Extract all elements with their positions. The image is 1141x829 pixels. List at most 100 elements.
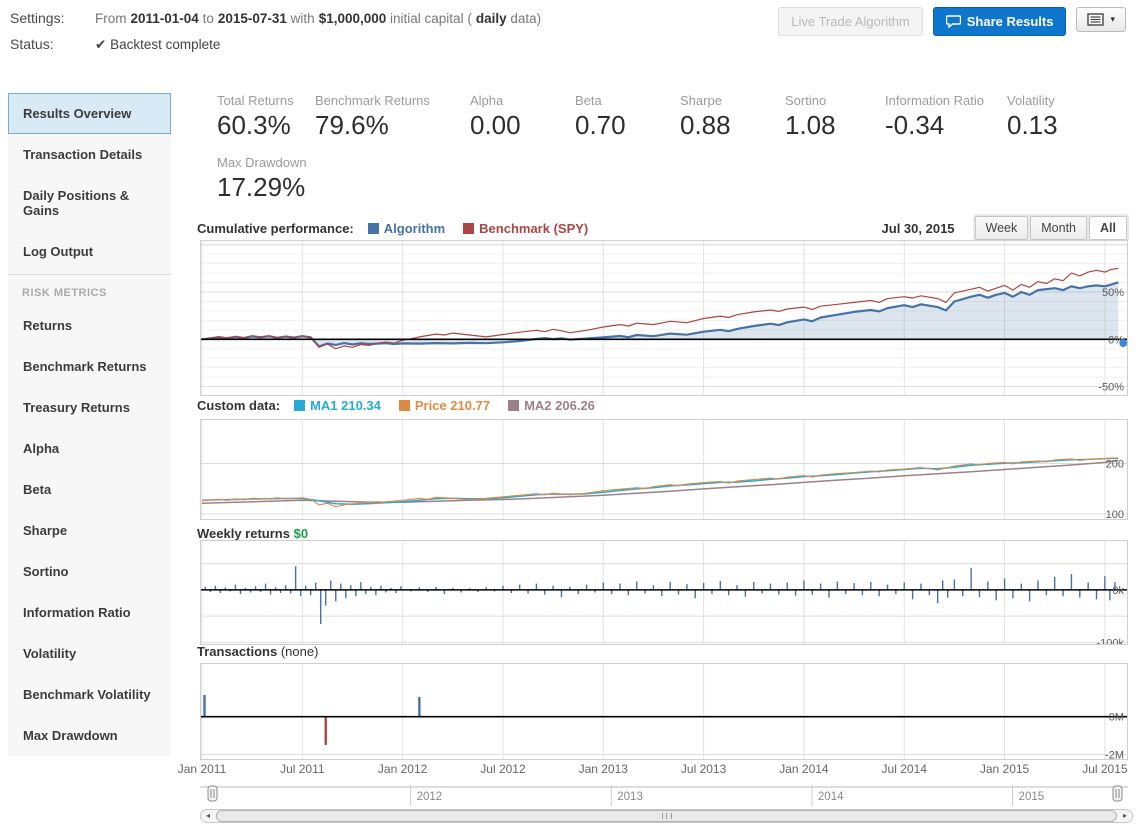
sidebar: Results Overview Transaction Details Dai… (8, 93, 171, 756)
algorithm-swatch-icon (368, 223, 379, 234)
x-axis-tick-label: Jan 2013 (579, 762, 628, 776)
legend-ma2[interactable]: MA2 206.26 (508, 398, 595, 413)
stat-label: Information Ratio (885, 93, 1007, 108)
stat-max-drawdown: Max Drawdown17.29% (217, 155, 1097, 203)
weekly-returns-title: Weekly returns (197, 526, 290, 541)
stat-label: Beta (575, 93, 680, 108)
export-menu-button[interactable]: ▾ (1076, 7, 1126, 32)
navigator-year-label: 2012 (417, 791, 443, 803)
x-axis-tick-label: Jul 2015 (1082, 762, 1127, 776)
x-axis-labels: Jan 2011Jul 2011Jan 2012Jul 2012Jan 2013… (200, 762, 1128, 778)
weekly-returns-header: Weekly returns $0 (197, 526, 308, 541)
stat-total-returns: Total Returns60.3% (217, 93, 315, 141)
sidebar-item-sharpe[interactable]: Sharpe (8, 510, 171, 551)
status-value: ✔ Backtest complete (95, 36, 220, 53)
legend-ma1[interactable]: MA1 210.34 (294, 398, 381, 413)
share-results-button[interactable]: Share Results (933, 7, 1067, 36)
legend-label: Price 210.77 (415, 398, 490, 413)
start-date: 2011-01-04 (131, 11, 199, 26)
y-axis-label: -100k (1096, 637, 1124, 645)
legend-label: MA2 206.26 (524, 398, 595, 413)
price-swatch-icon (399, 400, 410, 411)
sidebar-item-benchmark-returns[interactable]: Benchmark Returns (8, 346, 171, 387)
range-all-button[interactable]: All (1089, 216, 1127, 240)
navigator-right-handle[interactable] (1113, 786, 1122, 801)
scrollbar-thumb[interactable] (216, 810, 1117, 822)
sidebar-item-results-overview[interactable]: Results Overview (8, 93, 171, 134)
x-axis-tick-label: Jul 2013 (681, 762, 726, 776)
custom-data-legend: MA1 210.34 Price 210.77 MA2 206.26 (294, 398, 595, 413)
sidebar-item-sortino[interactable]: Sortino (8, 551, 171, 592)
sidebar-item-daily-positions[interactable]: Daily Positions & Gains (8, 175, 171, 231)
y-axis-label: 200 (1106, 458, 1124, 470)
header-buttons: Live Trade Algorithm Share Results ▾ (778, 7, 1126, 36)
settings-text: From (95, 11, 127, 26)
x-axis-tick-label: Jan 2015 (980, 762, 1029, 776)
sidebar-item-treasury-returns[interactable]: Treasury Returns (8, 387, 171, 428)
settings-text: initial capital ( (390, 11, 472, 26)
stat-benchmark-returns: Benchmark Returns79.6% (315, 93, 470, 141)
transactions-title: Transactions (197, 644, 277, 659)
stat-value: -0.34 (885, 110, 1007, 141)
legend-label: Benchmark (SPY) (479, 221, 588, 236)
stat-beta: Beta 0.70 (575, 93, 680, 141)
scrollbar-left-arrow[interactable]: ◂ (201, 810, 215, 822)
x-axis-tick-label: Jan 2012 (378, 762, 427, 776)
chevron-down-icon: ▾ (1110, 14, 1115, 25)
stat-label: Sharpe (680, 93, 785, 108)
sidebar-item-alpha[interactable]: Alpha (8, 428, 171, 469)
stat-alpha: Alpha0.00 (470, 93, 575, 141)
y-axis-label: -2M (1105, 749, 1124, 760)
stat-value: 0.70 (575, 110, 680, 141)
check-icon: ✔ (95, 37, 106, 52)
settings-value: From2011-01-04 to2015-07-31 with$1,000,0… (95, 10, 545, 26)
stat-sharpe: Sharpe0.88 (680, 93, 785, 141)
benchmark-swatch-icon (463, 223, 474, 234)
range-navigator[interactable]: 2012 2013 2014 2015 (200, 784, 1133, 808)
x-axis-tick-label: Jul 2014 (882, 762, 927, 776)
sidebar-item-volatility[interactable]: Volatility (8, 633, 171, 674)
sidebar-item-max-drawdown[interactable]: Max Drawdown (8, 715, 171, 756)
y-axis-label: 100 (1106, 509, 1124, 520)
y-axis-label: 0M (1109, 712, 1124, 724)
legend-price[interactable]: Price 210.77 (399, 398, 490, 413)
live-trade-button[interactable]: Live Trade Algorithm (778, 7, 923, 36)
range-week-button[interactable]: Week (975, 216, 1029, 240)
custom-data-chart[interactable]: 200 100 (200, 419, 1128, 520)
legend-label: Algorithm (384, 221, 445, 236)
sidebar-item-log-output[interactable]: Log Output (8, 231, 171, 272)
horizontal-scrollbar: ◂ ▸ (200, 809, 1133, 823)
settings-row: Settings: From2011-01-04 to2015-07-31 wi… (10, 10, 545, 26)
navigator-year-label: 2014 (818, 791, 844, 803)
transactions-count: (none) (281, 644, 319, 659)
sidebar-item-transaction-details[interactable]: Transaction Details (8, 134, 171, 175)
weekly-returns-chart[interactable]: 0k-100k (200, 540, 1128, 645)
sidebar-item-returns[interactable]: Returns (8, 305, 171, 346)
settings-text: to (203, 11, 214, 26)
legend-benchmark[interactable]: Benchmark (SPY) (463, 221, 588, 236)
range-month-button[interactable]: Month (1030, 216, 1087, 240)
sidebar-item-beta[interactable]: Beta (8, 469, 171, 510)
sidebar-item-benchmark-volatility[interactable]: Benchmark Volatility (8, 674, 171, 715)
legend-algorithm[interactable]: Algorithm (368, 221, 445, 236)
status-row: Status: ✔ Backtest complete (10, 36, 545, 53)
y-axis-label: 50% (1102, 287, 1124, 299)
navigator-year-label: 2013 (617, 791, 643, 803)
navigator-year-label: 2015 (1019, 791, 1045, 803)
navigator-left-handle[interactable] (208, 786, 217, 801)
stat-information-ratio: Information Ratio -0.34 (885, 93, 1007, 141)
stat-value: 1.08 (785, 110, 885, 141)
chart-date: Jul 30, 2015 (882, 221, 955, 236)
sidebar-item-information-ratio[interactable]: Information Ratio (8, 592, 171, 633)
header: Settings: From2011-01-04 to2015-07-31 wi… (10, 10, 545, 63)
transactions-chart[interactable]: 0M -2M (200, 663, 1128, 760)
stat-label: Sortino (785, 93, 885, 108)
transactions-header: Transactions (none) (197, 644, 318, 659)
cumulative-performance-chart[interactable]: 50%0%-50% (200, 240, 1128, 396)
scrollbar-right-arrow[interactable]: ▸ (1118, 810, 1132, 822)
share-icon (946, 15, 961, 28)
performance-legend: Algorithm Benchmark (SPY) (368, 221, 588, 236)
sidebar-section-risk-metrics: RISK METRICS (8, 277, 171, 305)
settings-text: data) (510, 11, 541, 26)
x-axis-tick-label: Jan 2014 (779, 762, 828, 776)
